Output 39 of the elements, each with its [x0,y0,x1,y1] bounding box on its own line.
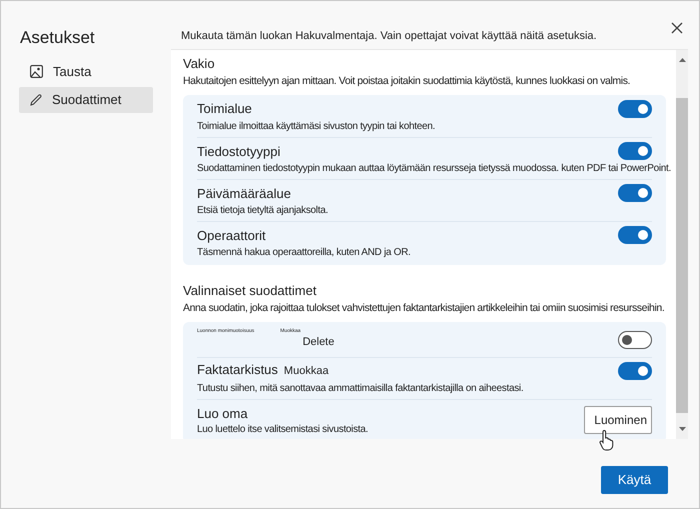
filter-title: Päivämääräalue [197,186,291,200]
sidebar-item[interactable]: Tausta [19,58,153,84]
image-icon [30,65,43,78]
filter-description: Tutustu siihen, mitä sanottavaa ammattimaisilla faktantarkistajilla on aiheestasi. [197,383,524,395]
filter-description: Etsiä tietoja tietyltä ajanjaksolta. [197,205,328,217]
scroll-thumb[interactable] [676,98,688,413]
apply-button[interactable]: Käytä [601,466,668,494]
scroll-up-icon[interactable] [678,58,686,62]
filter-description: Toimialue ilmoittaa käyttämäsi sivuston tyypin tai kohteen. [197,120,435,132]
filter-title: Tiedostotyyppi [197,144,280,158]
filter-title: Operaattorit [197,228,266,242]
sidebar-title: Asetukset [19,27,96,49]
toggle-switch[interactable] [618,362,652,380]
filter-description: Luo luettelo itse valitsemistasi sivustoista. [197,424,368,436]
edit-link[interactable]: Muokkaa [284,363,329,380]
filter-description: Suodattaminen tiedostotyypin mukaan auttaa löytämään resursseja tietyssä muodossa. kuten PDF tai PowerPoint. [197,163,671,175]
scrollbar[interactable] [676,50,688,439]
toggle-switch[interactable] [618,226,652,244]
close-button[interactable] [671,21,685,35]
section-description: Anna suodatin, joka rajoittaa tulokset vahvistettujen faktantarkistajien artikkeleihin tai omiin suosimisi resursseihin. [183,302,664,315]
create-button[interactable]: Luominen [584,406,652,434]
toggle-switch[interactable] [618,100,652,118]
section-title: Vakio [183,56,215,72]
delete-link[interactable]: Delete [302,334,334,351]
filter-title: Faktatarkistus [197,362,278,378]
scroll-down-icon[interactable] [678,427,686,431]
close-icon [671,22,683,34]
section-description: Hakutaitojen esittelyyn ajan mittaan. Voit poistaa joitakin suodattimia käytöstä, kunnes luokkasi on valmis. [183,75,630,88]
toggle-switch[interactable] [618,184,652,202]
intro-text: Mukauta tämän luokan Hakuvalmentaja. Vain opettajat voivat käyttää näitä asetuksia. [180,29,598,44]
filter-description: Täsmennä hakua operaattoreilla, kuten AND ja OR. [197,247,411,259]
sidebar-item[interactable]: Suodattimet [19,86,153,112]
hand-cursor-icon [599,429,615,451]
section-title: Valinnaiset suodattimet [183,283,316,299]
pencil-icon [30,94,42,106]
toggle-switch[interactable] [618,330,652,348]
toggle-switch[interactable] [618,142,652,160]
filter-title: Luo oma [197,406,248,420]
filter-title: Toimialue [197,101,252,116]
